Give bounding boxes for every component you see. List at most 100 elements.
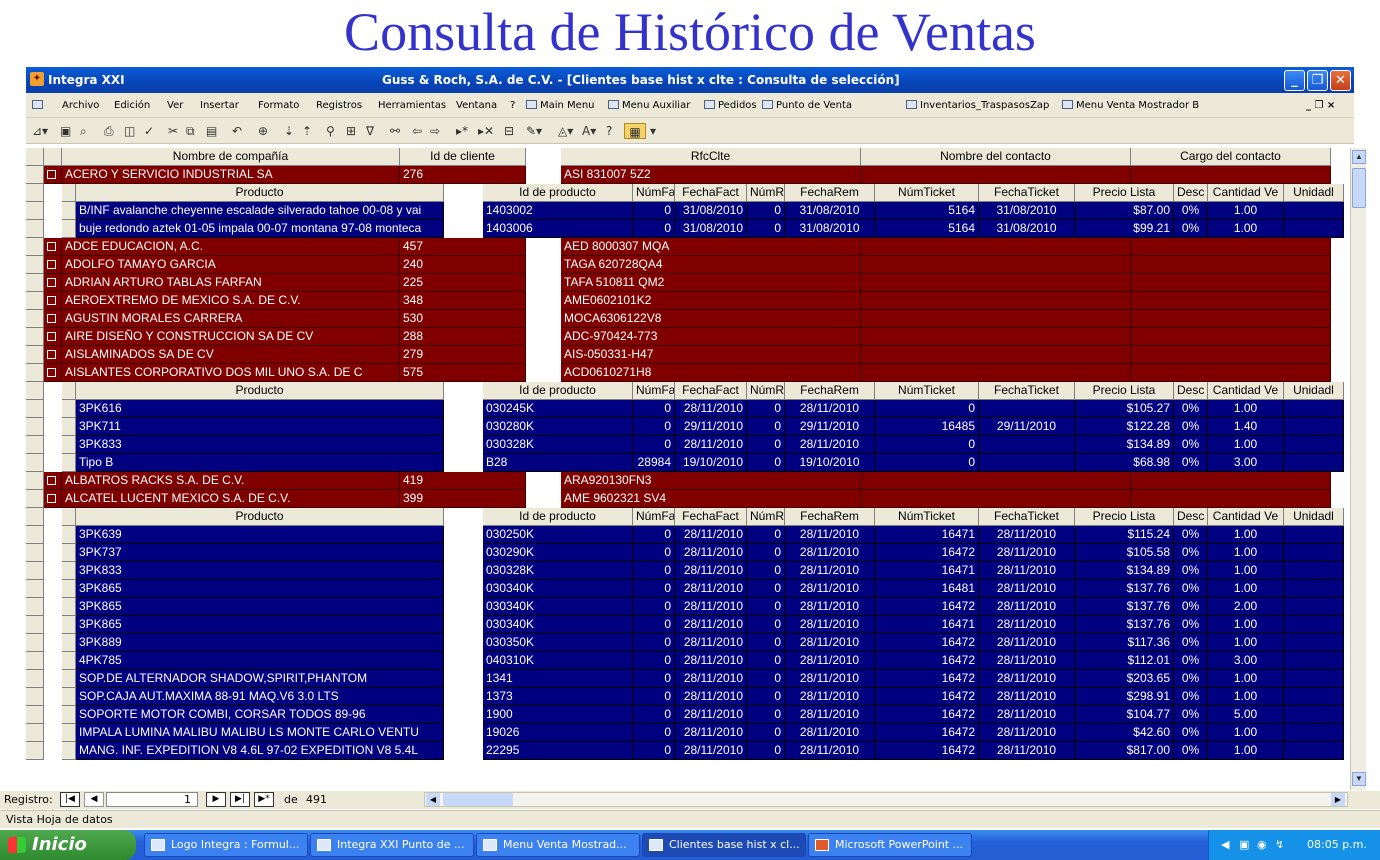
sub-column-header[interactable]: Desc: [1174, 508, 1208, 526]
row-selector[interactable]: [26, 706, 44, 724]
unit-cell[interactable]: [1284, 544, 1344, 562]
scroll-up-icon[interactable]: ▲: [1352, 150, 1366, 164]
product-id-cell[interactable]: 030340K: [483, 580, 633, 598]
menu-bar-icon[interactable]: [32, 100, 46, 111]
expand-icon[interactable]: [44, 274, 62, 292]
ticket-date-cell[interactable]: [979, 400, 1075, 418]
row-selector[interactable]: [26, 472, 44, 490]
client-id-cell[interactable]: 457: [400, 238, 526, 256]
rfc-cell[interactable]: TAFA 510811 QM2: [561, 274, 861, 292]
sub-row-selector[interactable]: [62, 436, 76, 454]
menu-ver[interactable]: Ver: [167, 100, 183, 111]
discount-cell[interactable]: 0%: [1174, 688, 1208, 706]
menu-ventana[interactable]: Ventana: [456, 100, 497, 111]
product-cell[interactable]: 3PK639: [76, 526, 444, 544]
ticket-num-cell[interactable]: 16472: [875, 634, 979, 652]
remission-date-cell[interactable]: 28/11/2010: [785, 670, 875, 688]
sub-column-header[interactable]: NúmTicket: [875, 184, 979, 202]
unit-cell[interactable]: [1284, 220, 1344, 238]
database-window-icon[interactable]: ⊟: [504, 123, 514, 139]
sub-column-header[interactable]: Cantidad Ve: [1208, 382, 1284, 400]
vertical-scrollbar[interactable]: ▲ ▼: [1350, 148, 1366, 790]
datasheet-grid[interactable]: Nombre de compañía Id de cliente RfcClte No…: [26, 148, 1350, 790]
product-cell[interactable]: 4PK785: [76, 652, 444, 670]
task-integra-punto[interactable]: Integra XXI Punto de ...: [310, 833, 474, 857]
list-price-cell[interactable]: $117.36: [1075, 634, 1174, 652]
quantity-cell[interactable]: 1.00: [1208, 436, 1284, 454]
remission-num-cell[interactable]: 0: [747, 580, 785, 598]
invoice-date-cell[interactable]: 31/08/2010: [675, 220, 747, 238]
ticket-num-cell[interactable]: 16472: [875, 724, 979, 742]
list-price-cell[interactable]: $105.58: [1075, 544, 1174, 562]
restore-button[interactable]: ❐: [1307, 70, 1328, 91]
list-price-cell[interactable]: $298.91: [1075, 688, 1174, 706]
invoice-date-cell[interactable]: 29/11/2010: [675, 418, 747, 436]
list-price-cell[interactable]: $203.65: [1075, 670, 1174, 688]
sub-column-header[interactable]: Id de producto: [483, 382, 633, 400]
collapse-icon[interactable]: [44, 490, 62, 508]
sub-row-selector-header[interactable]: [62, 382, 76, 400]
ticket-num-cell[interactable]: 5164: [875, 202, 979, 220]
product-cell[interactable]: SOP.DE ALTERNADOR SHADOW,SPIRIT,PHANTOM: [76, 670, 444, 688]
product-cell[interactable]: 3PK865: [76, 598, 444, 616]
remission-num-cell[interactable]: 0: [747, 670, 785, 688]
ticket-date-cell[interactable]: 28/11/2010: [979, 634, 1075, 652]
invoice-date-cell[interactable]: 28/11/2010: [675, 670, 747, 688]
unit-cell[interactable]: [1284, 634, 1344, 652]
row-selector[interactable]: [26, 418, 44, 436]
quantity-cell[interactable]: 1.00: [1208, 724, 1284, 742]
list-price-cell[interactable]: $137.76: [1075, 580, 1174, 598]
product-id-cell[interactable]: B28: [483, 454, 633, 472]
ticket-date-cell[interactable]: 28/11/2010: [979, 706, 1075, 724]
contact-name-cell[interactable]: [861, 310, 1131, 328]
next-icon[interactable]: ⇨: [430, 123, 440, 139]
help-icon[interactable]: ?: [606, 123, 612, 139]
list-price-cell[interactable]: $42.60: [1075, 724, 1174, 742]
remission-date-cell[interactable]: 28/11/2010: [785, 400, 875, 418]
sub-column-header[interactable]: NúmTicket: [875, 382, 979, 400]
unit-cell[interactable]: [1284, 436, 1344, 454]
collapse-icon[interactable]: [44, 364, 62, 382]
company-name-cell[interactable]: ALBATROS RACKS S.A. DE C.V.: [62, 472, 400, 490]
client-id-cell[interactable]: 348: [400, 292, 526, 310]
invoice-num-cell[interactable]: 0: [633, 616, 675, 634]
invoice-date-cell[interactable]: 28/11/2010: [675, 400, 747, 418]
remission-date-cell[interactable]: 28/11/2010: [785, 688, 875, 706]
remission-num-cell[interactable]: 0: [747, 598, 785, 616]
product-cell[interactable]: MANG. INF. EXPEDITION V8 4.6L 97-02 EXPE…: [76, 742, 444, 760]
menu-edicion[interactable]: Edición: [114, 100, 150, 111]
minimize-button[interactable]: _: [1284, 70, 1305, 91]
contact-title-cell[interactable]: [1131, 490, 1331, 508]
remission-date-cell[interactable]: 31/08/2010: [785, 220, 875, 238]
unit-cell[interactable]: [1284, 688, 1344, 706]
contact-name-cell[interactable]: [861, 346, 1131, 364]
row-selector[interactable]: [26, 562, 44, 580]
remission-num-cell[interactable]: 0: [747, 526, 785, 544]
sub-column-header[interactable]: FechaFact: [675, 382, 747, 400]
sub-row-selector[interactable]: [62, 598, 76, 616]
unit-cell[interactable]: [1284, 652, 1344, 670]
invoice-num-cell[interactable]: 0: [633, 418, 675, 436]
discount-cell[interactable]: 0%: [1174, 562, 1208, 580]
invoice-num-cell[interactable]: 0: [633, 688, 675, 706]
contact-name-cell[interactable]: [861, 166, 1131, 184]
remission-num-cell[interactable]: 0: [747, 616, 785, 634]
list-price-cell[interactable]: $87.00: [1075, 202, 1174, 220]
rfc-cell[interactable]: ADC-970424-773: [561, 328, 861, 346]
sort-asc-icon[interactable]: ⇣: [284, 123, 294, 139]
contact-title-cell[interactable]: [1131, 472, 1331, 490]
scroll-left-icon[interactable]: ◀: [426, 793, 440, 806]
contact-title-cell[interactable]: [1131, 274, 1331, 292]
remission-date-cell[interactable]: 19/10/2010: [785, 454, 875, 472]
discount-cell[interactable]: 0%: [1174, 742, 1208, 760]
invoice-num-cell[interactable]: 0: [633, 652, 675, 670]
product-id-cell[interactable]: 030245K: [483, 400, 633, 418]
sub-column-header[interactable]: FechaRem: [785, 382, 875, 400]
contact-title-cell[interactable]: [1131, 292, 1331, 310]
quantity-cell[interactable]: 3.00: [1208, 454, 1284, 472]
invoice-date-cell[interactable]: 28/11/2010: [675, 706, 747, 724]
quantity-cell[interactable]: 1.00: [1208, 202, 1284, 220]
quantity-cell[interactable]: 1.00: [1208, 616, 1284, 634]
unit-cell[interactable]: [1284, 742, 1344, 760]
product-cell[interactable]: 3PK865: [76, 616, 444, 634]
